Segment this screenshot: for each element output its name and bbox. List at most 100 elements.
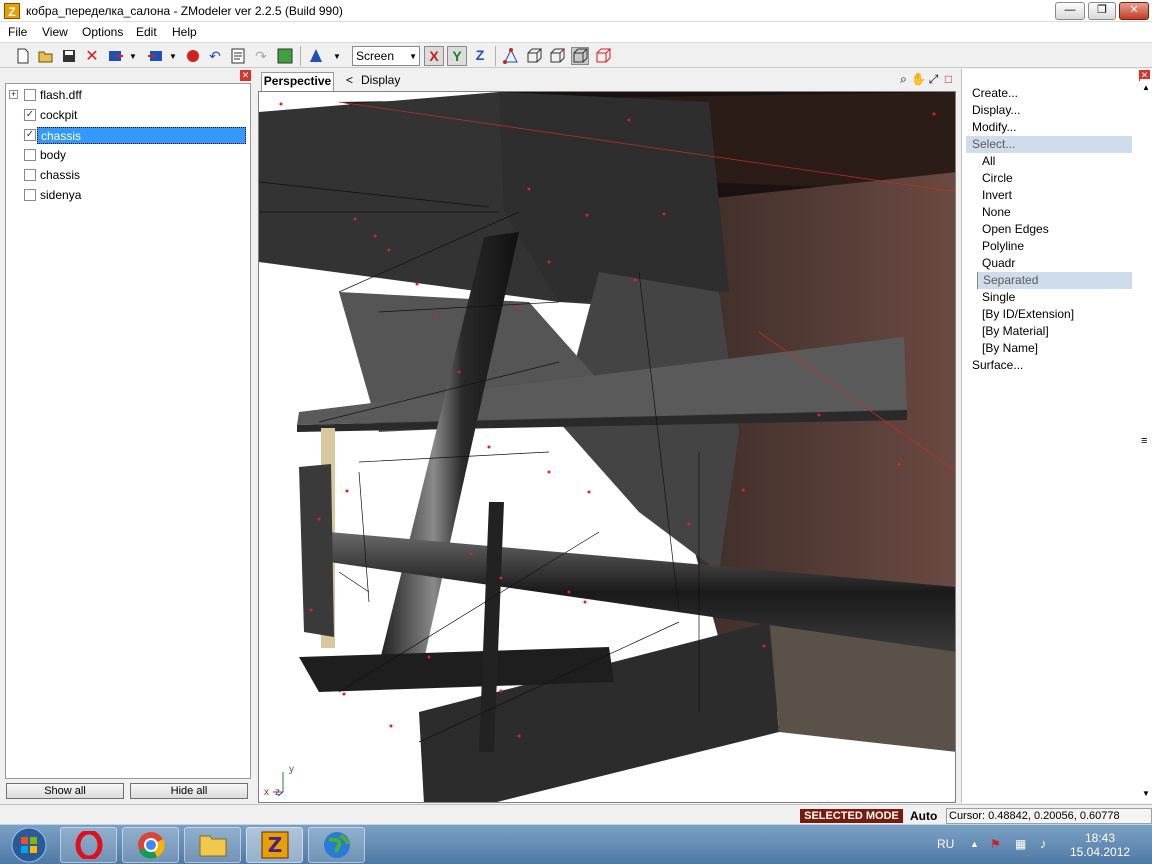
tray-network-icon[interactable]: ▦ <box>1015 837 1026 851</box>
command-surface[interactable]: Surface... <box>972 357 1023 374</box>
menu-file[interactable]: File <box>8 25 27 39</box>
folder-icon <box>199 835 226 857</box>
delete-icon[interactable]: ✕ <box>83 47 101 65</box>
import-icon[interactable] <box>107 47 125 65</box>
coordinate-mode-select[interactable]: Screen ▼ <box>352 46 420 66</box>
select-by-name[interactable]: [By Name] <box>982 340 1038 357</box>
select-invert[interactable]: Invert <box>982 187 1012 204</box>
tray-language[interactable]: RU <box>937 837 954 851</box>
tree-item-label: body <box>40 148 67 162</box>
tray-volume-icon[interactable]: ♪ <box>1040 836 1047 851</box>
select-single[interactable]: Single <box>982 289 1015 306</box>
restore-button[interactable]: ❐ <box>1088 2 1116 20</box>
taskbar-globe-app[interactable] <box>308 827 365 863</box>
toolbar-separator <box>300 46 301 66</box>
close-button[interactable]: ✕ <box>1119 2 1149 20</box>
select-all-objects-icon[interactable] <box>594 47 612 65</box>
command-create[interactable]: Create... <box>972 85 1018 102</box>
visibility-checkbox[interactable]: ✓ <box>24 129 36 141</box>
select-polyline[interactable]: Polyline <box>982 238 1024 255</box>
zmodeler-app-icon[interactable]: Z <box>4 3 20 19</box>
select-all[interactable]: All <box>982 153 995 170</box>
taskbar-opera[interactable] <box>60 827 117 863</box>
new-file-icon[interactable] <box>14 47 32 65</box>
menu-edit[interactable]: Edit <box>136 25 157 39</box>
taskbar-explorer[interactable] <box>184 827 241 863</box>
axis-lock-dropdown-icon[interactable]: ▼ <box>328 47 346 65</box>
command-modify[interactable]: Modify... <box>972 119 1016 136</box>
select-none[interactable]: None <box>982 204 1011 221</box>
visibility-checkbox[interactable] <box>24 89 36 101</box>
tray-clock[interactable]: 18:43 15.04.2012 <box>1070 831 1130 859</box>
close-panel-icon[interactable]: ✕ <box>240 70 251 81</box>
opera-icon <box>75 831 102 859</box>
select-quadr[interactable]: Quadr <box>982 255 1015 272</box>
scroll-up-icon[interactable]: ▲ <box>1142 83 1150 92</box>
zoom-icon[interactable]: ⌕ <box>896 72 911 88</box>
tree-item-cockpit[interactable]: ✓ cockpit <box>6 106 250 125</box>
properties-icon[interactable] <box>229 47 247 65</box>
select-by-material[interactable]: [By Material] <box>982 323 1049 340</box>
material-icon[interactable] <box>184 47 202 65</box>
redo-icon[interactable]: ↷ <box>252 47 270 65</box>
select-face-icon[interactable] <box>525 47 543 65</box>
start-button[interactable] <box>4 827 54 863</box>
scroll-grip-icon[interactable]: ≡ <box>1141 435 1147 447</box>
visibility-checkbox[interactable] <box>24 149 36 161</box>
select-open-edges[interactable]: Open Edges <box>982 221 1049 238</box>
axis-x-toggle[interactable]: X <box>424 46 444 66</box>
visibility-checkbox[interactable] <box>24 169 36 181</box>
menu-options[interactable]: Options <box>82 25 123 39</box>
pan-hand-icon[interactable]: ✋ <box>911 72 926 88</box>
tray-expand-icon[interactable]: ▲ <box>970 839 979 849</box>
visibility-checkbox[interactable] <box>24 189 36 201</box>
tray-flag-icon[interactable]: ⚑ <box>990 837 1001 851</box>
open-folder-icon[interactable] <box>37 47 55 65</box>
tab-perspective[interactable]: Perspective <box>261 72 334 91</box>
select-by-id-extension[interactable]: [By ID/Extension] <box>982 306 1074 323</box>
minimize-button[interactable]: — <box>1055 2 1085 20</box>
tree-item-chassis[interactable]: chassis <box>6 166 250 185</box>
select-separated[interactable]: Separated <box>977 272 1132 289</box>
viewport-header: Perspective < Display ⌕ ✋ ⤢ □ <box>258 69 956 91</box>
taskbar-zmodeler[interactable]: Z <box>246 827 303 863</box>
undo-icon[interactable]: ↶ <box>206 47 224 65</box>
menu-help[interactable]: Help <box>172 25 197 39</box>
tree-item-flash-dff[interactable]: + flash.dff <box>6 86 250 105</box>
visibility-checkbox[interactable]: ✓ <box>24 109 36 121</box>
fit-view-icon[interactable]: ⤢ <box>926 72 941 88</box>
show-all-button[interactable]: Show all <box>6 783 124 799</box>
map-editor-icon[interactable] <box>276 47 294 65</box>
tree-item-label: sidenya <box>40 188 82 202</box>
export-icon[interactable] <box>146 47 164 65</box>
snap-mode-label[interactable]: Auto <box>910 809 937 823</box>
select-object-icon[interactable] <box>548 47 566 65</box>
export-dropdown-icon[interactable]: ▼ <box>164 47 182 65</box>
maximize-viewport-icon[interactable]: □ <box>941 72 956 88</box>
axis-lock-icon[interactable] <box>307 47 325 65</box>
tree-item-chassis-selected[interactable]: ✓ chassis <box>6 126 250 145</box>
axis-z-toggle[interactable]: Z <box>470 46 490 66</box>
hide-all-button[interactable]: Hide all <box>130 783 248 799</box>
select-vertex-icon[interactable] <box>502 47 520 65</box>
command-select[interactable]: Select... <box>966 136 1132 153</box>
command-display[interactable]: Display... <box>972 102 1020 119</box>
save-icon[interactable] <box>60 47 78 65</box>
3d-scene <box>259 92 955 802</box>
tree-item-sidenya[interactable]: sidenya <box>6 186 250 205</box>
menu-view[interactable]: View <box>42 25 68 39</box>
perspective-viewport[interactable]: y x z <box>258 91 956 803</box>
import-dropdown-icon[interactable]: ▼ <box>124 47 142 65</box>
command-panel-scrollbar[interactable]: ▲ ≡ ▼ <box>1140 79 1152 803</box>
expand-icon[interactable]: + <box>9 90 18 99</box>
axis-y-toggle[interactable]: Y <box>447 46 467 66</box>
taskbar-chrome[interactable] <box>122 827 179 863</box>
windows-logo-icon <box>11 827 47 863</box>
tree-item-body[interactable]: body <box>6 146 250 165</box>
scroll-down-icon[interactable]: ▼ <box>1142 789 1150 798</box>
viewport-back-arrow[interactable]: < <box>346 73 353 87</box>
scene-tree: + flash.dff ✓ cockpit ✓ chassis body cha… <box>5 83 251 779</box>
select-group-icon[interactable] <box>571 47 589 65</box>
select-circle[interactable]: Circle <box>982 170 1013 187</box>
viewport-mode-label[interactable]: Display <box>361 73 400 87</box>
